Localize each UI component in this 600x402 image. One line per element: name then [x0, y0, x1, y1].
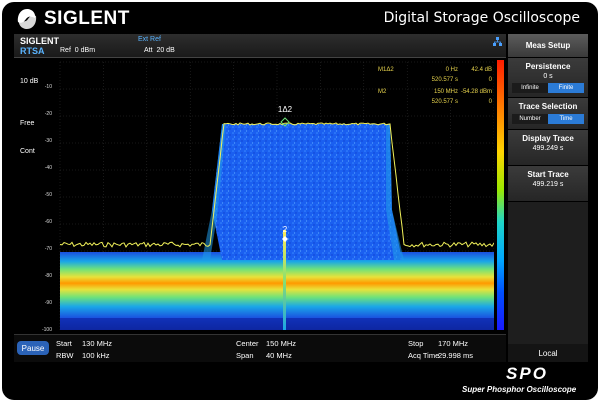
menu-title[interactable]: Meas Setup [508, 34, 588, 58]
oscilloscope-bezel: SIGLENT Digital Storage Oscilloscope SIG… [2, 2, 598, 400]
start-label: Start [56, 339, 72, 348]
network-icon [493, 37, 502, 46]
y-tick-label: -40 [44, 165, 52, 171]
mt-row1-level: 42.4 dB [471, 67, 492, 73]
y-tick-label: -90 [44, 300, 52, 306]
status-brand: SIGLENT [20, 36, 60, 46]
floor-bottom-fade [60, 318, 494, 330]
ref-value: 0 dBm [74, 47, 96, 54]
free-label[interactable]: Free [20, 120, 34, 127]
center-value: 150 MHz [266, 339, 297, 348]
stop-freq[interactable]: Stop 170 MHz [408, 339, 468, 348]
spectrum-svg: 1Δ2 2 M1Δ2 0 Hz 42.4 dB 520.577 s 0 M2 1… [59, 61, 494, 330]
spo-logo: SPO [506, 364, 548, 382]
spectrum-plot[interactable]: 1Δ2 2 M1Δ2 0 Hz 42.4 dB 520.577 s 0 M2 1… [52, 60, 494, 330]
y-tick-label: -20 [44, 111, 52, 117]
ref-label: Ref [60, 47, 71, 54]
y-tick-label: -60 [44, 219, 52, 225]
screen: SIGLENT RTSA Ext Ref Ref 0 dBm Att 20 dB… [14, 34, 588, 362]
span[interactable]: Span 40 MHz [236, 351, 292, 360]
start-value: 130 MHz [82, 339, 113, 348]
trace-selection-title: Trace Selection [518, 102, 578, 111]
marker-table: M1Δ2 0 Hz 42.4 dB 520.577 s 0 M2 150 MHz… [378, 67, 493, 105]
mt-row1-time: 520.577 s [432, 77, 458, 83]
signal-plateau [212, 124, 402, 260]
center-label: Center [236, 339, 259, 348]
stop-value: 170 MHz [438, 339, 469, 348]
trace-number-option[interactable]: Number [512, 114, 548, 124]
trace-selection-softkey[interactable]: Trace Selection Number Time [508, 98, 588, 130]
rbw-value: 100 kHz [82, 351, 110, 360]
persistence-title: Persistence [525, 62, 571, 71]
y-tick-label: -10 [44, 84, 52, 90]
trace-selection-toggle[interactable]: Number Time [512, 114, 584, 124]
center-freq[interactable]: Center 150 MHz [236, 339, 296, 348]
brand: SIGLENT [16, 8, 130, 30]
display-trace-softkey[interactable]: Display Trace 499.249 s [508, 130, 588, 166]
siglent-logo-icon [17, 9, 37, 29]
mt-row2-name: M2 [378, 89, 387, 95]
status-bar: SIGLENT RTSA Ext Ref Ref 0 dBm Att 20 dB [14, 34, 506, 58]
mode-indicator[interactable]: RTSA [20, 46, 45, 56]
spo-logo-text: SPO [506, 364, 548, 382]
persistence-softkey[interactable]: Persistence 0 s Infinite Finite [508, 58, 588, 98]
parameter-bar: Pause Start 130 MHz RBW 100 kHz Center 150 … [14, 334, 506, 362]
y-tick-label: -100 [41, 327, 52, 333]
ref-level[interactable]: Ref 0 dBm [60, 47, 95, 54]
mt-row1-name: M1Δ2 [378, 67, 394, 73]
display-trace-title: Display Trace [522, 134, 574, 143]
y-tick-label: -30 [44, 138, 52, 144]
start-trace-title: Start Trace [527, 170, 569, 179]
rbw[interactable]: RBW 100 kHz [56, 351, 110, 360]
persistence-value: 0 s [543, 73, 553, 80]
rbw-label: RBW [56, 351, 74, 360]
brand-name: SIGLENT [44, 8, 130, 29]
spo-tagline: Super Phosphor Oscilloscope [462, 385, 577, 394]
acq-label: Acq Time [408, 351, 440, 360]
trace-time-option[interactable]: Time [548, 114, 584, 124]
softkey-menu: Meas Setup Persistence 0 s Infinite Fini… [508, 34, 588, 362]
stop-label: Stop [408, 339, 424, 348]
model-title: Digital Storage Oscilloscope [383, 10, 580, 26]
mt-row2-level: -54.28 dBm [461, 89, 492, 95]
span-value: 40 MHz [266, 351, 292, 360]
scale-label: 10 dB [20, 78, 39, 85]
carrier-spike [283, 230, 286, 330]
mt-row2-time: 520.577 s [432, 99, 458, 105]
y-tick-label: -80 [44, 273, 52, 279]
start-trace-value: 499.219 s [532, 181, 564, 188]
display-trace-value: 499.249 s [532, 145, 564, 152]
acq-value: 29.998 ms [438, 351, 474, 360]
marker-2-label: 2 [283, 225, 288, 234]
ext-ref-indicator: Ext Ref [138, 36, 161, 43]
mt-row2-freq: 150 MHz [434, 89, 458, 95]
y-axis: 10 dB Free Cont -10 -20 -30 -40 -50 -60 -70 -80… [14, 58, 54, 334]
persistence-infinite-option[interactable]: Infinite [512, 83, 548, 93]
persistence-color-scale [497, 60, 504, 330]
att-label: Att [144, 47, 153, 54]
mt-row1-val: 0 [489, 77, 493, 83]
pause-button[interactable]: Pause [17, 341, 49, 355]
y-tick-label: -50 [44, 192, 52, 198]
att-value: 20 dB [156, 47, 175, 54]
cont-label[interactable]: Cont [20, 148, 35, 155]
start-trace-softkey[interactable]: Start Trace 499.219 s [508, 166, 588, 202]
persistence-finite-option[interactable]: Finite [548, 83, 584, 93]
start-freq[interactable]: Start 130 MHz [56, 339, 112, 348]
persistence-toggle[interactable]: Infinite Finite [512, 83, 584, 93]
mt-row2-val: 0 [489, 99, 493, 105]
span-label: Span [236, 351, 254, 360]
delta-marker-label: 1Δ2 [278, 105, 293, 114]
y-tick-label: -70 [44, 246, 52, 252]
local-button[interactable]: Local [508, 344, 588, 362]
mt-row1-freq: 0 Hz [446, 67, 458, 73]
attenuation[interactable]: Att 20 dB [144, 47, 175, 54]
acq-time[interactable]: Acq Time29.998 ms [408, 351, 473, 360]
